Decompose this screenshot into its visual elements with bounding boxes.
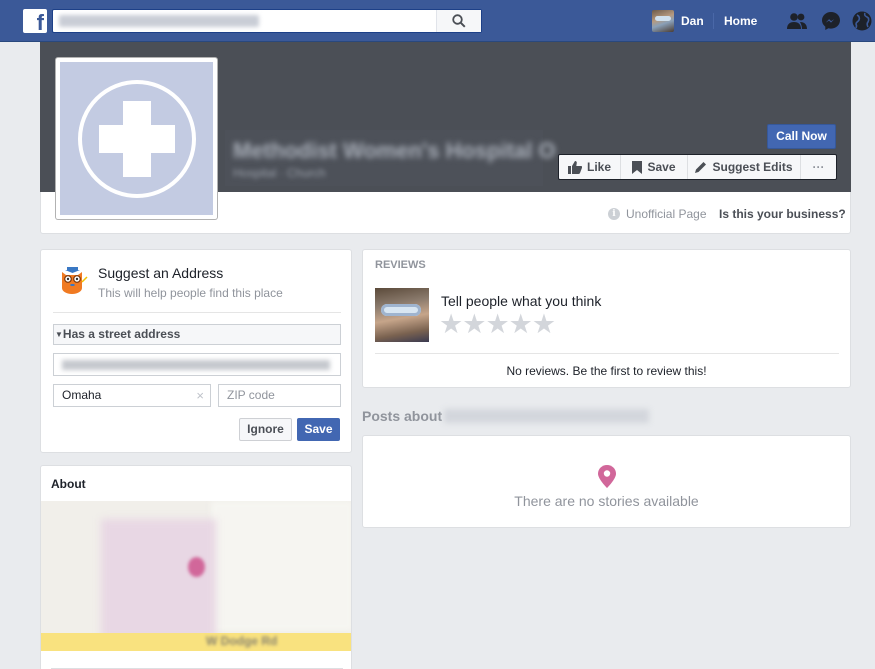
nav-divider [713,13,714,29]
posts-header-prefix: Posts about [362,408,443,424]
triangle-down-icon: ▼ [55,330,63,339]
suggest-address-title: Suggest an Address [98,265,224,281]
reviews-header: REVIEWS [375,259,426,271]
claim-business-link[interactable]: Is this your business? [719,207,846,221]
page-title: Methodist Women's Hospital O [233,138,556,163]
location-map[interactable]: W Dodge Rd [41,501,351,651]
save-address-button[interactable]: Save [297,418,340,441]
top-navigation-bar: f Dan Home [0,0,875,42]
search-query-blurred [59,15,259,27]
friends-icon[interactable] [786,10,808,32]
save-label: Save [647,160,676,174]
unofficial-page-label[interactable]: i Unofficial Page [608,207,707,221]
zip-code-input[interactable]: ZIP code [218,384,341,407]
about-card: About W Dodge Rd [40,465,352,669]
pencil-icon [695,162,707,173]
divider [375,353,839,354]
user-avatar [652,10,674,32]
posts-header: Posts about [362,408,650,424]
unofficial-text: Unofficial Page [626,207,707,221]
like-button[interactable]: Like [559,155,621,179]
star-icon[interactable]: ★ [509,310,533,338]
location-pin-icon [598,465,616,488]
info-icon: i [608,208,620,220]
reviews-card: REVIEWS Tell people what you think ★ ★ ★… [362,249,851,388]
page-title-area: Methodist Women's Hospital O Hospital · … [225,130,556,186]
no-reviews-text: No reviews. Be the first to review this! [506,364,707,378]
suggest-address-card: Suggest an Address This will help people… [40,249,352,453]
suggest-edits-label: Suggest Edits [712,160,793,174]
map-road-label: W Dodge Rd [206,634,278,648]
like-label: Like [586,160,611,174]
about-title: About [51,477,86,491]
map-pin-icon [188,557,205,577]
posts-header-name-blurred [444,409,650,423]
star-rating-input[interactable]: ★ ★ ★ ★ ★ [439,310,556,338]
messenger-icon[interactable] [820,10,842,32]
review-prompt: Tell people what you think [441,293,602,309]
map-area [211,501,351,631]
posts-card: There are no stories available [362,435,851,528]
divider [53,312,341,313]
more-options-button[interactable]: ··· [801,155,836,179]
star-icon[interactable]: ★ [532,310,556,338]
clear-icon[interactable]: × [196,385,204,406]
ignore-button[interactable]: Ignore [239,418,292,441]
user-name: Dan [681,14,704,28]
map-road [41,633,351,651]
street-address-input[interactable] [53,353,341,376]
globe-icon[interactable] [851,10,873,32]
star-icon[interactable]: ★ [462,310,486,338]
facebook-logo-letter: f [36,10,44,33]
search-button[interactable] [436,10,481,32]
reviewer-avatar [375,288,429,342]
page-action-bar: Like Save Suggest Edits ··· [558,154,837,180]
more-icon: ··· [812,160,825,174]
facebook-logo[interactable]: f [23,9,47,33]
call-now-button[interactable]: Call Now [767,124,836,149]
city-input[interactable]: Omaha × [53,384,211,407]
owl-mascot-icon [62,267,88,294]
city-value: Omaha [62,388,102,402]
street-address-toggle[interactable]: ▼Has a street address [53,324,341,345]
profile-picture[interactable] [55,57,218,220]
suggest-edits-button[interactable]: Suggest Edits [688,155,801,179]
save-page-button[interactable]: Save [621,155,688,179]
home-link[interactable]: Home [724,14,757,28]
zip-code-placeholder: ZIP code [227,388,275,402]
bookmark-icon [632,160,643,174]
profile-link[interactable]: Dan [652,10,704,32]
map-building [101,519,216,639]
star-icon[interactable]: ★ [439,310,463,338]
no-stories-text: There are no stories available [514,493,699,509]
street-address-toggle-label: Has a street address [62,327,181,341]
street-address-value-blurred [62,360,330,370]
suggest-address-subtitle: This will help people find this place [98,286,283,300]
thumbs-up-icon [567,160,582,174]
star-icon[interactable]: ★ [485,310,509,338]
page-category: Hospital · Church [233,166,326,180]
search-icon [452,14,466,28]
search-input[interactable] [52,9,482,33]
medical-cross-icon [77,79,196,198]
